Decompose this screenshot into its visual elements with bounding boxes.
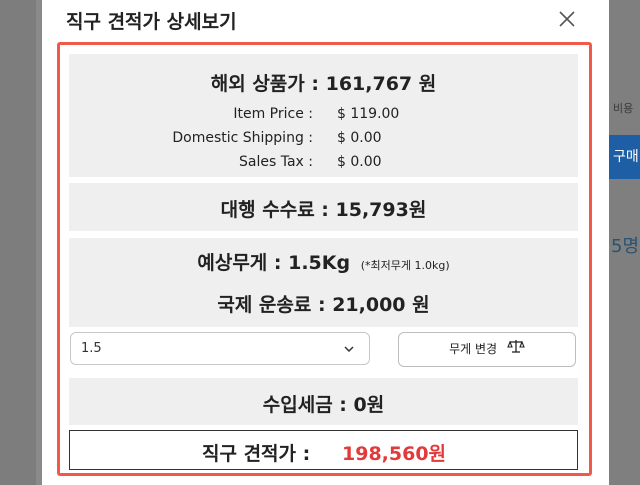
weight-select[interactable]: 1.5 (70, 332, 370, 365)
close-icon[interactable] (556, 8, 578, 30)
agency-fee-panel: 대행 수수료 : 15,793원 (69, 183, 578, 231)
minimum-weight-note: (*최저무게 1.0kg) (360, 259, 450, 272)
import-tax: 수입세금 : 0원 (262, 394, 385, 416)
sales-tax-value: $ 0.00 (337, 154, 382, 170)
background-buy-button: 구매 (609, 135, 640, 179)
import-tax-panel: 수입세금 : 0원 (69, 378, 578, 425)
total-quote-label: 직구 견적가 : (202, 443, 311, 465)
highlight-frame: 해외 상품가 : 161,767 원 Item Price : $ 119.00… (57, 42, 592, 476)
item-price-value: $ 119.00 (337, 106, 400, 122)
international-shipping: 국제 운송료 : 21,000 원 (217, 294, 430, 316)
total-quote-amount: 198,560원 (342, 443, 447, 465)
domestic-shipping-value: $ 0.00 (337, 130, 382, 146)
background-page-left (0, 0, 36, 485)
overseas-price-panel: 해외 상품가 : 161,767 원 Item Price : $ 119.00… (69, 54, 578, 177)
item-price-label: Item Price : (233, 106, 313, 122)
weight-select-value: 1.5 (81, 341, 102, 356)
sales-tax-label: Sales Tax : (239, 154, 313, 170)
estimated-weight-value: 예상무게 : 1.5Kg (197, 252, 351, 274)
estimated-weight: 예상무게 : 1.5Kg (*최저무게 1.0kg) (69, 248, 578, 275)
change-weight-button[interactable]: 무게 변경 (398, 332, 576, 367)
scale-icon (507, 340, 525, 358)
overseas-price: 해외 상품가 : 161,767 원 (210, 73, 437, 95)
total-quote-box: 직구 견적가 : 198,560원 (69, 430, 578, 470)
weight-shipping-panel: 예상무게 : 1.5Kg (*최저무게 1.0kg) 국제 운송료 : 21,0… (69, 238, 578, 327)
background-page-right: 비용 구매 5명 (609, 0, 640, 485)
background-logo: 5명 (611, 236, 640, 257)
change-weight-label: 무게 변경 (449, 342, 498, 356)
modal-title: 직구 견적가 상세보기 (66, 11, 237, 33)
quote-detail-modal: 직구 견적가 상세보기 해외 상품가 : 161,767 원 Item Pric… (42, 0, 609, 485)
agency-fee: 대행 수수료 : 15,793원 (220, 199, 427, 221)
chevron-down-icon (343, 339, 355, 362)
background-text: 비용 (613, 102, 634, 115)
domestic-shipping-label: Domestic Shipping : (172, 130, 313, 146)
